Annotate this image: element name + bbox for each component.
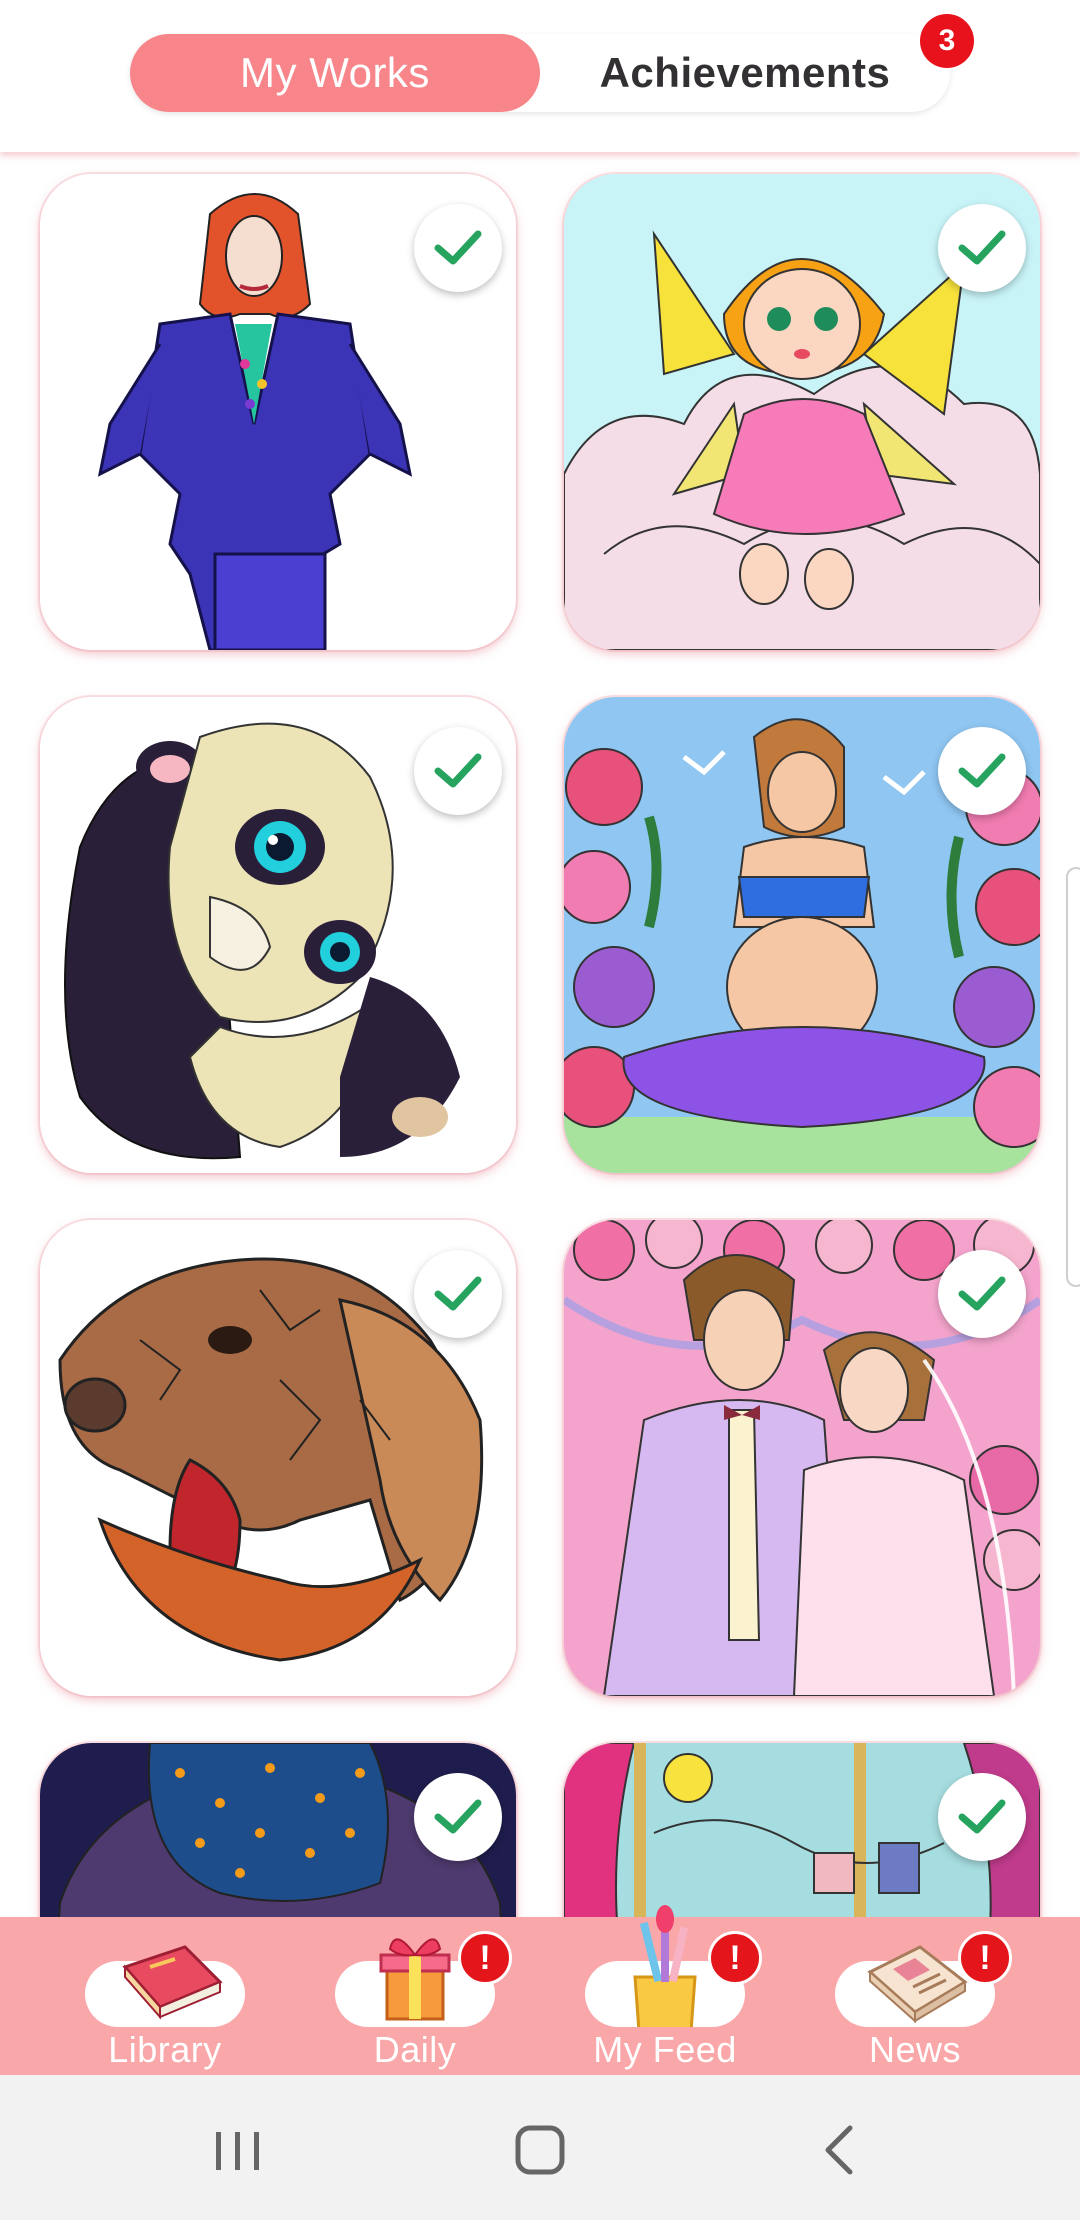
- system-navigation-bar: [0, 2075, 1080, 2220]
- news-alert-badge: !: [958, 1931, 1012, 1985]
- completed-check-icon: [938, 204, 1026, 292]
- my-works-grid: [0, 152, 1080, 1917]
- completed-check-icon: [938, 1250, 1026, 1338]
- nav-label: Daily: [373, 2029, 457, 2070]
- artwork-card-dog[interactable]: [40, 1220, 516, 1696]
- completed-check-icon: [414, 727, 502, 815]
- nav-label: News: [868, 2029, 962, 2070]
- completed-check-icon: [938, 1773, 1026, 1861]
- completed-check-icon: [414, 1773, 502, 1861]
- my-feed-alert-badge: !: [708, 1931, 762, 1985]
- book-icon: [122, 1945, 223, 2020]
- achievements-count-badge: 3: [920, 14, 974, 68]
- bottom-navigation: Library ! Daily ! My Feed ! News: [0, 1905, 1080, 2075]
- tab-my-works[interactable]: My Works: [130, 34, 540, 112]
- back-icon[interactable]: [802, 2115, 882, 2185]
- artwork-card-fairy[interactable]: [564, 174, 1040, 650]
- completed-check-icon: [938, 727, 1026, 815]
- artwork-card-wedding[interactable]: [564, 1220, 1040, 1696]
- daily-alert-badge: !: [458, 1931, 512, 1985]
- artwork-card-starry[interactable]: [40, 1743, 516, 1917]
- artwork-card-woman[interactable]: [40, 174, 516, 650]
- nav-item-my-feed[interactable]: ! My Feed: [540, 1905, 790, 2075]
- recent-apps-icon[interactable]: [198, 2115, 278, 2185]
- completed-check-icon: [414, 1250, 502, 1338]
- nav-item-daily[interactable]: ! Daily: [290, 1917, 540, 2075]
- artwork-card-panda[interactable]: [40, 697, 516, 1173]
- home-icon[interactable]: [500, 2115, 580, 2185]
- side-scroll-handle[interactable]: [1066, 867, 1080, 1287]
- top-header: My Works Achievements 3: [0, 0, 1080, 152]
- completed-check-icon: [414, 204, 502, 292]
- nav-item-news[interactable]: ! News: [790, 1917, 1040, 2075]
- nav-label: Library: [108, 2029, 222, 2070]
- nav-item-library[interactable]: Library: [40, 1917, 290, 2075]
- nav-label: My Feed: [593, 2029, 737, 2070]
- tab-achievements[interactable]: Achievements: [540, 34, 950, 112]
- works-achievements-switch: My Works Achievements: [130, 34, 950, 112]
- artwork-card-pregnant-woman[interactable]: [564, 697, 1040, 1173]
